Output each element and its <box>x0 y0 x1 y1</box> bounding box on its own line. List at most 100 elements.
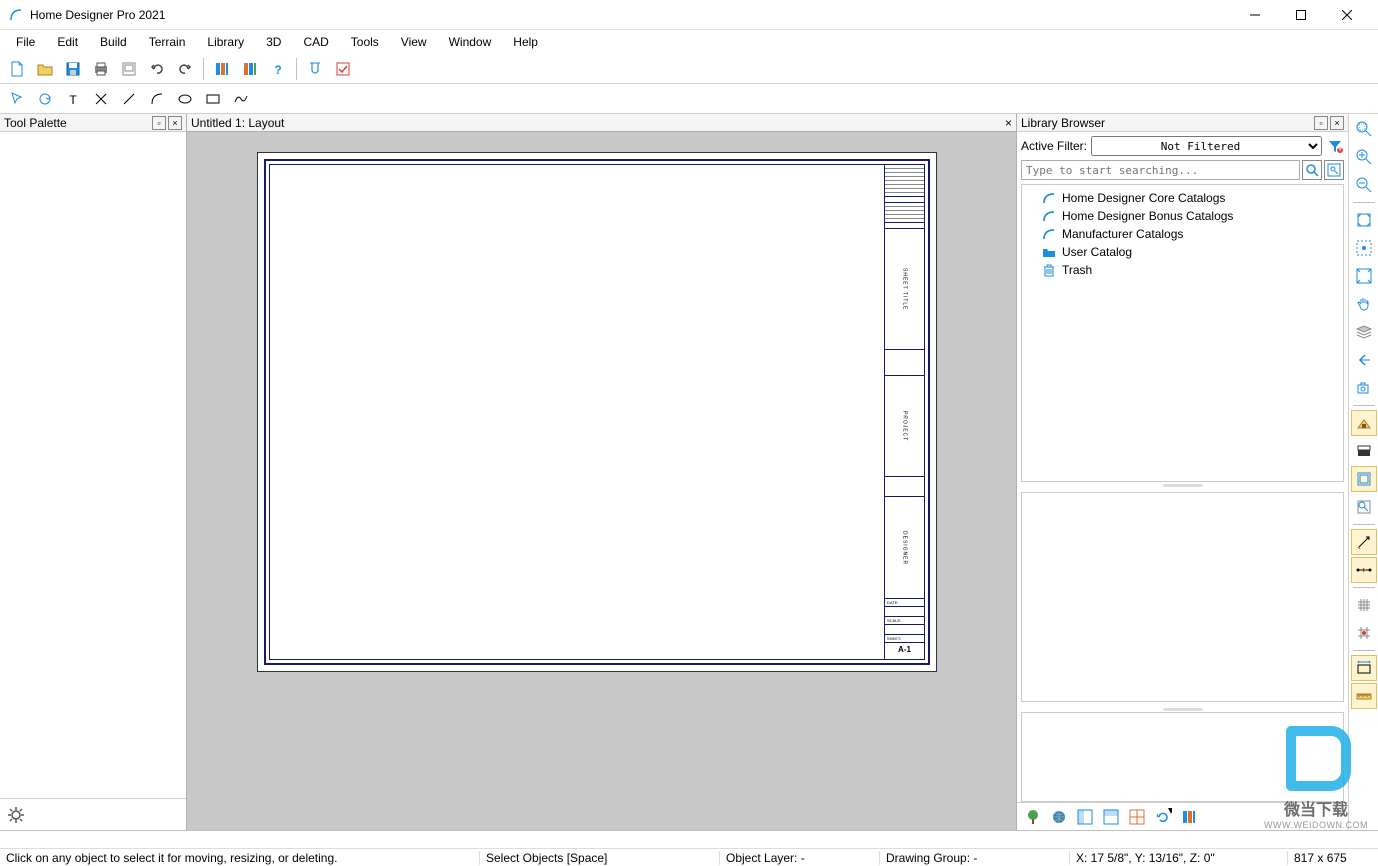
svg-text:?: ? <box>274 63 281 77</box>
dock-icon[interactable]: ▫ <box>1314 116 1328 130</box>
spline-tool[interactable] <box>228 86 254 112</box>
circle-tool[interactable] <box>172 86 198 112</box>
refresh-icon[interactable]: ▾ <box>1151 805 1175 829</box>
rotate-tool[interactable] <box>32 86 58 112</box>
search-options-icon[interactable] <box>1324 160 1344 180</box>
view1-icon[interactable] <box>1073 805 1097 829</box>
minimize-button[interactable] <box>1232 0 1278 30</box>
cross-tool[interactable] <box>88 86 114 112</box>
help-button[interactable]: ? <box>265 56 291 82</box>
zoom-out-icon[interactable] <box>1351 172 1377 198</box>
view-mode-2-icon[interactable] <box>1351 438 1377 464</box>
pan-icon[interactable] <box>1351 291 1377 317</box>
back-icon[interactable] <box>1351 347 1377 373</box>
filter-select[interactable]: Not Filtered <box>1091 136 1322 156</box>
title-block[interactable]: SHEET TITLE PROJECT DESIGNER DATE: SCALE… <box>884 165 924 659</box>
menu-build[interactable]: Build <box>90 33 137 51</box>
zoom-in-icon[interactable] <box>1351 144 1377 170</box>
open-file-button[interactable] <box>32 56 58 82</box>
menu-3d[interactable]: 3D <box>256 33 291 51</box>
print-button[interactable] <box>88 56 114 82</box>
close-panel-icon[interactable]: × <box>1330 116 1344 130</box>
app-icon <box>8 7 24 23</box>
layers-button[interactable] <box>237 56 263 82</box>
search-icon[interactable] <box>1302 160 1322 180</box>
menu-help[interactable]: Help <box>503 33 548 51</box>
library-detail <box>1021 712 1344 802</box>
layout-sheet[interactable]: SHEET TITLE PROJECT DESIGNER DATE: SCALE… <box>257 152 937 672</box>
view2-icon[interactable] <box>1099 805 1123 829</box>
tree-item[interactable]: User Catalog <box>1030 243 1335 261</box>
tree-item[interactable]: Trash <box>1030 261 1335 279</box>
globe-icon[interactable] <box>1047 805 1071 829</box>
menu-edit[interactable]: Edit <box>47 33 88 51</box>
menu-window[interactable]: Window <box>439 33 502 51</box>
library-tree[interactable]: Home Designer Core Catalogs Home Designer… <box>1021 184 1344 482</box>
status-hint: Click on any object to select it for mov… <box>0 851 480 865</box>
tree-item[interactable]: Home Designer Core Catalogs <box>1030 189 1335 207</box>
camera-icon[interactable] <box>1351 375 1377 401</box>
view-mode-1-icon[interactable] <box>1351 410 1377 436</box>
library-browser-title: Library Browser <box>1021 116 1312 130</box>
status-select: Select Objects [Space] <box>480 851 720 865</box>
menu-cad[interactable]: CAD <box>293 33 338 51</box>
grid-icon[interactable] <box>1351 592 1377 618</box>
arc-tool[interactable] <box>144 86 170 112</box>
splitter[interactable] <box>1017 482 1348 488</box>
new-file-button[interactable] <box>4 56 30 82</box>
library-button[interactable] <box>209 56 235 82</box>
grid-snap-icon[interactable] <box>1351 620 1377 646</box>
redo-button[interactable] <box>172 56 198 82</box>
tree-item[interactable]: Manufacturer Catalogs <box>1030 225 1335 243</box>
plant-icon[interactable] <box>1021 805 1045 829</box>
menu-library[interactable]: Library <box>197 33 254 51</box>
main-toolbar: ? <box>0 54 1378 84</box>
maximize-button[interactable] <box>1278 0 1324 30</box>
tree-item[interactable]: Home Designer Bonus Catalogs <box>1030 207 1335 225</box>
tree-item-label: Manufacturer Catalogs <box>1062 227 1183 241</box>
menu-bar: File Edit Build Terrain Library 3D CAD T… <box>0 30 1378 54</box>
menu-view[interactable]: View <box>391 33 437 51</box>
undo-button[interactable] <box>144 56 170 82</box>
gear-icon[interactable] <box>6 805 26 825</box>
panels-icon[interactable] <box>1177 805 1201 829</box>
ruler-icon[interactable] <box>1351 683 1377 709</box>
title-bar: Home Designer Pro 2021 <box>0 0 1378 30</box>
trash-icon <box>1042 263 1056 277</box>
tool-palette-title: Tool Palette <box>4 116 150 130</box>
layout-canvas[interactable]: SHEET TITLE PROJECT DESIGNER DATE: SCALE… <box>187 132 1016 830</box>
view-mode-3-icon[interactable] <box>1351 466 1377 492</box>
view3-icon[interactable] <box>1125 805 1149 829</box>
document-tab[interactable]: Untitled 1: Layout <box>191 116 1005 130</box>
text-tool[interactable]: T <box>60 86 86 112</box>
house-icon <box>1042 191 1056 205</box>
ortho-icon[interactable] <box>1351 557 1377 583</box>
menu-file[interactable]: File <box>6 33 45 51</box>
close-button[interactable] <box>1324 0 1370 30</box>
select-tool[interactable] <box>4 86 30 112</box>
menu-tools[interactable]: Tools <box>341 33 389 51</box>
dim-icon[interactable] <box>1351 655 1377 681</box>
menu-terrain[interactable]: Terrain <box>139 33 196 51</box>
status-bar: Click on any object to select it for mov… <box>0 830 1378 866</box>
zoom-window-icon[interactable] <box>1351 116 1377 142</box>
preferences-button[interactable] <box>302 56 328 82</box>
close-panel-icon[interactable]: × <box>168 116 182 130</box>
tab-close-icon[interactable]: × <box>1005 116 1012 130</box>
filter-icon[interactable]: + <box>1326 137 1344 155</box>
view-mode-4-icon[interactable] <box>1351 494 1377 520</box>
save-button[interactable] <box>60 56 86 82</box>
layers-icon[interactable] <box>1351 319 1377 345</box>
extents-icon[interactable] <box>1351 235 1377 261</box>
snap-icon[interactable] <box>1351 529 1377 555</box>
rectangle-tool[interactable] <box>200 86 226 112</box>
dock-icon[interactable]: ▫ <box>152 116 166 130</box>
search-input[interactable] <box>1021 160 1300 180</box>
fit-icon[interactable] <box>1351 207 1377 233</box>
line-tool[interactable] <box>116 86 142 112</box>
tool-palette-body <box>0 132 186 798</box>
page-setup-button[interactable] <box>116 56 142 82</box>
fill-window-icon[interactable] <box>1351 263 1377 289</box>
check-button[interactable] <box>330 56 356 82</box>
tree-item-label: Home Designer Core Catalogs <box>1062 191 1225 205</box>
